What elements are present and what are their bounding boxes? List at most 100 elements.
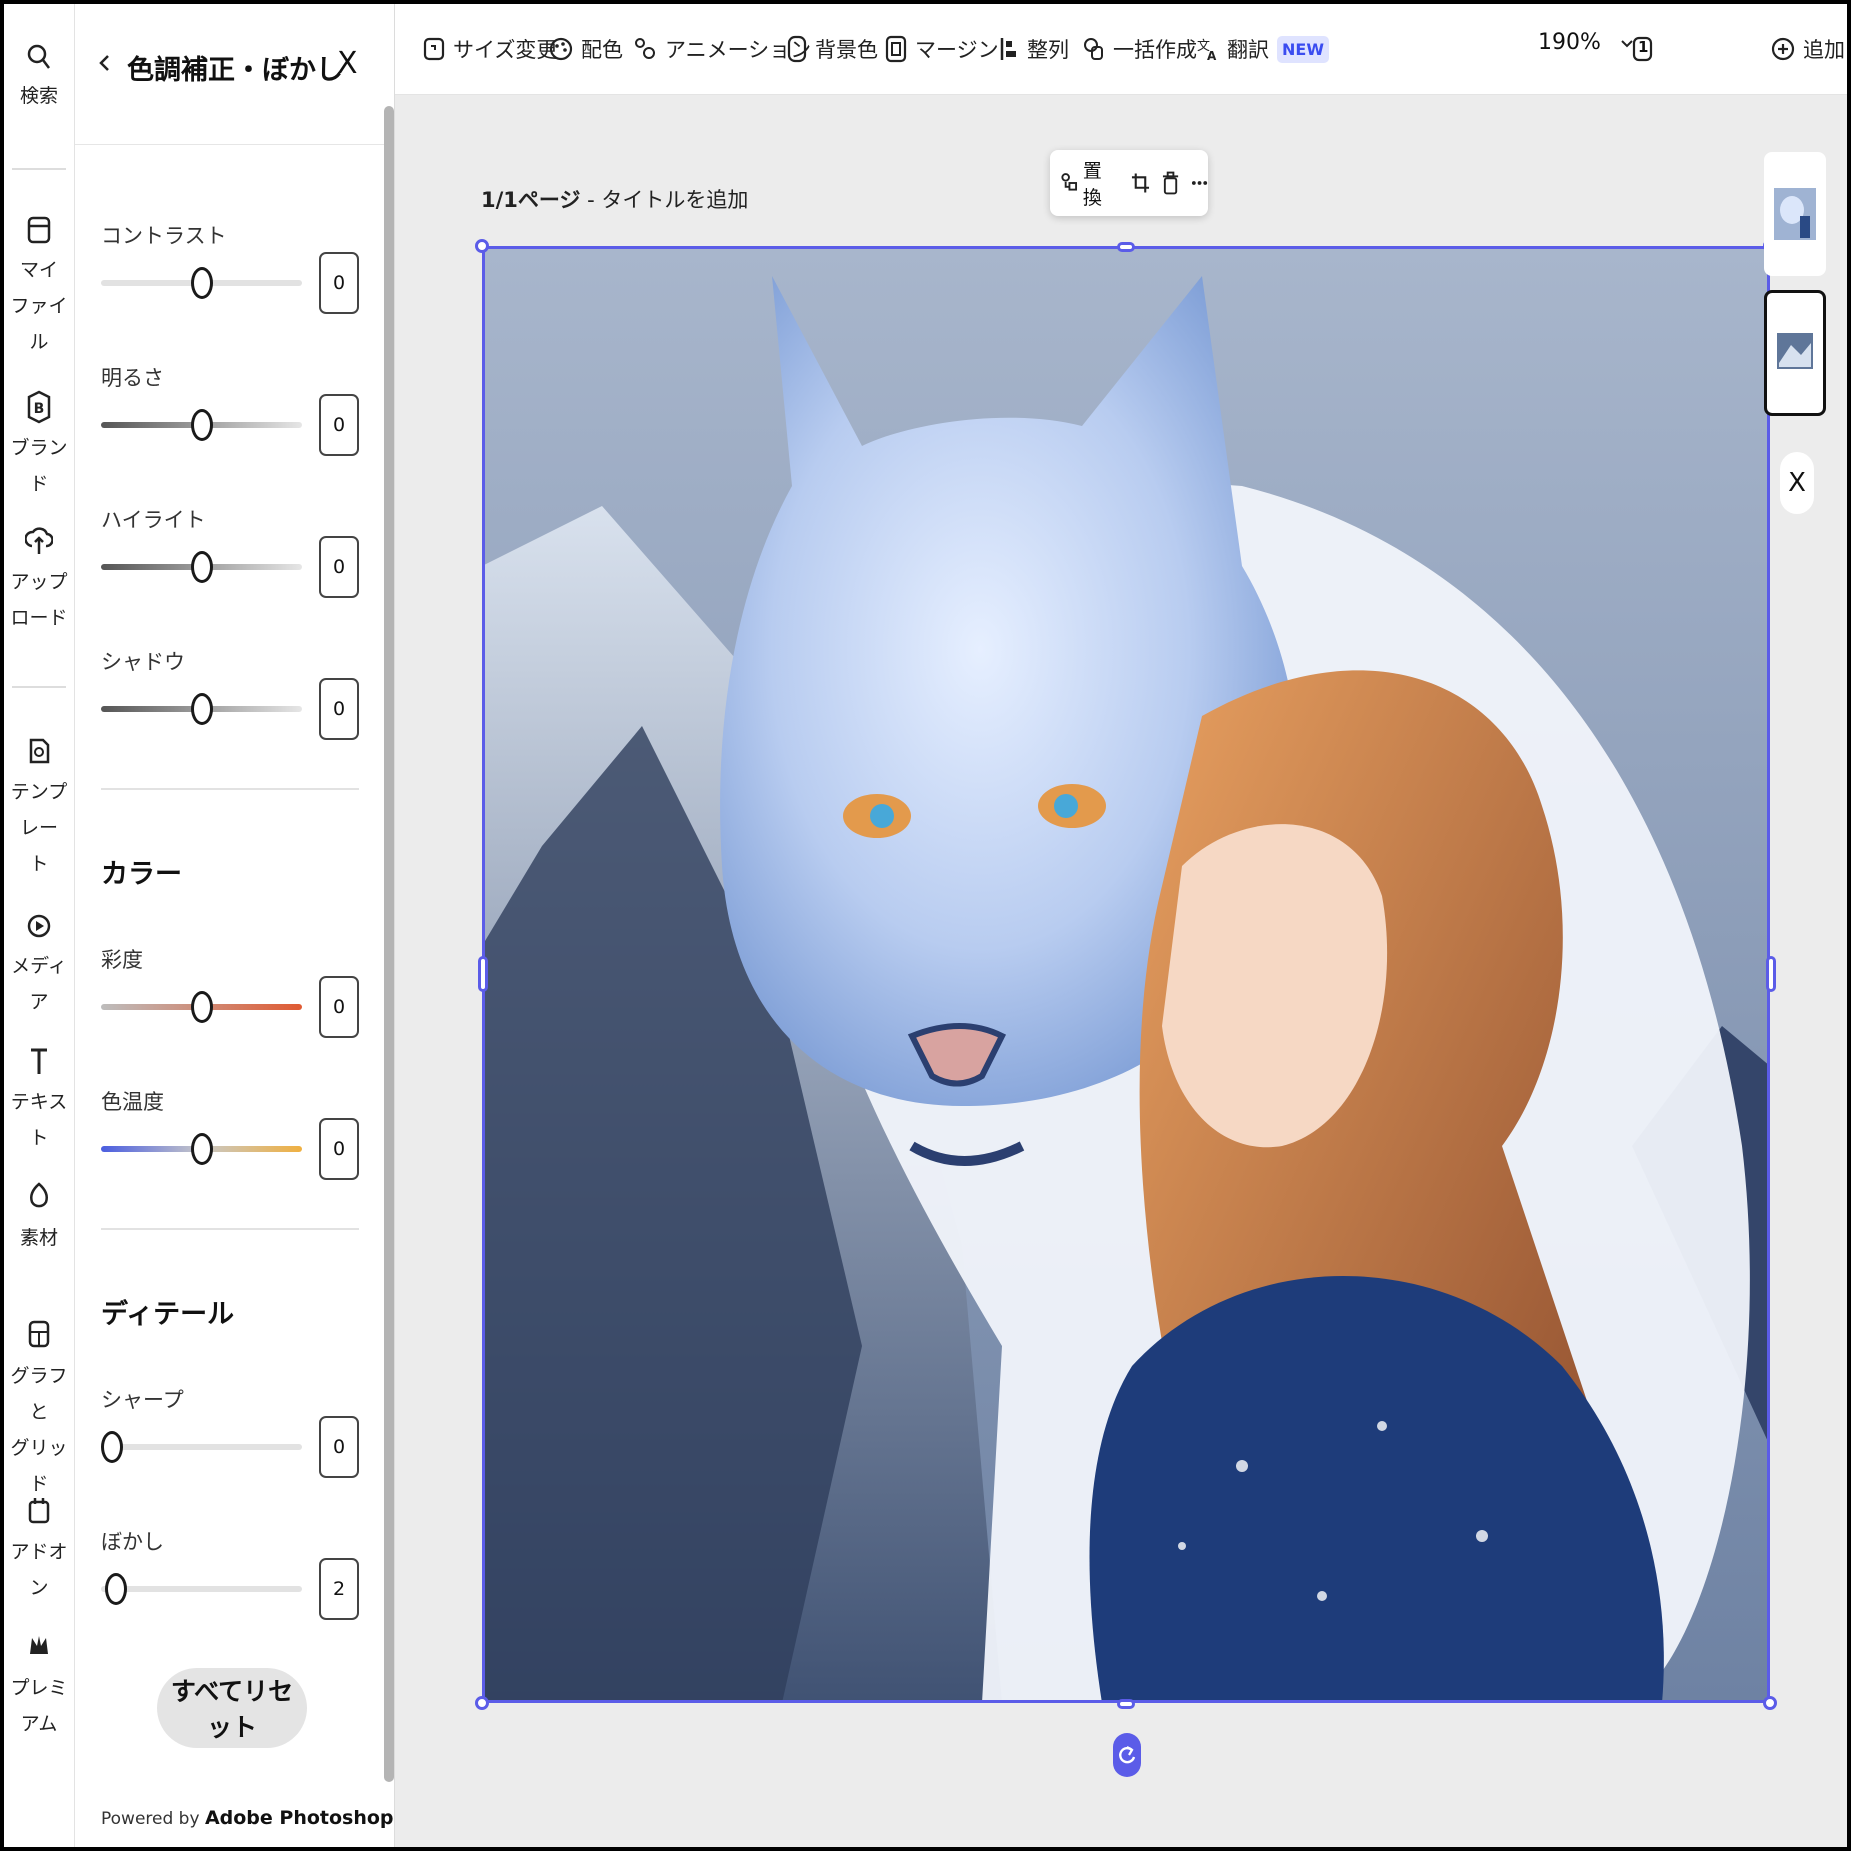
adjust-panel: 色調補正・ぼかし X コントラスト 0 明るさ 0 ハイライト 0 シャドウ 0… (75, 4, 395, 1847)
sharpen-value[interactable]: 0 (319, 1416, 359, 1478)
plus-circle-icon (1771, 37, 1795, 61)
rail-elements[interactable]: 素材 (4, 1180, 74, 1256)
rail-search[interactable]: 検索 (4, 42, 74, 114)
shadow-label: シャドウ (101, 650, 185, 674)
color-palette-button[interactable]: 配色 (549, 26, 623, 72)
rail-media[interactable]: メディア (4, 908, 74, 1020)
grid-icon (28, 1320, 50, 1348)
align-button[interactable]: 整列 (999, 26, 1069, 72)
rail-divider (12, 686, 66, 688)
reset-all-button[interactable]: すべてリセット (157, 1668, 307, 1748)
rail-label: アップ ロード (10, 571, 68, 629)
batch-create-button[interactable]: 一括作成 (1083, 26, 1197, 72)
rail-label: ブランド (10, 437, 68, 495)
rail-templates[interactable]: テンプレー ト (4, 734, 74, 882)
crown-icon (30, 1636, 48, 1654)
translate-label: 翻訳 (1227, 38, 1269, 62)
shadow-thumb[interactable] (191, 693, 213, 725)
rail-label: テキスト (10, 1091, 68, 1149)
temperature-thumb[interactable] (191, 1133, 213, 1165)
contrast-label: コントラスト (101, 224, 227, 248)
brightness-value[interactable]: 0 (319, 394, 359, 456)
trash-icon[interactable] (1162, 170, 1179, 196)
saturation-thumb[interactable] (191, 991, 213, 1023)
rotate-icon (1119, 1746, 1136, 1764)
sharpen-thumb[interactable] (101, 1431, 123, 1463)
new-badge: NEW (1277, 35, 1329, 63)
title-placeholder[interactable]: タイトルを追加 (601, 188, 748, 212)
rail-label: グラフと グリッド (10, 1365, 68, 1495)
temperature-value[interactable]: 0 (319, 1118, 359, 1180)
rail-charts-grids[interactable]: グラフと グリッド (4, 1318, 74, 1502)
panel-scrollbar[interactable] (384, 12, 394, 1842)
left-rail: 検索 マイ ファイル B ブランド アップ ロード テンプレー ト メディア テ… (4, 4, 75, 1847)
blur-slider[interactable] (101, 1586, 302, 1592)
panel-divider (101, 788, 359, 790)
resize-handle-bottom-right[interactable] (1763, 1696, 1777, 1710)
elements-icon (30, 1182, 48, 1208)
rail-text[interactable]: テキスト (4, 1044, 74, 1156)
margin-icon (885, 35, 907, 63)
background-color-button[interactable]: 背景色 (787, 26, 878, 72)
add-button[interactable]: 追加 (1771, 26, 1845, 72)
margin-button[interactable]: マージン (885, 26, 999, 72)
artwork-illustration (482, 246, 1770, 1703)
background-label: 背景色 (815, 38, 878, 62)
resize-handle-left[interactable] (478, 956, 488, 992)
floating-toolbar: 置換 (1050, 150, 1208, 216)
scrollbar-thumb[interactable] (384, 106, 394, 1782)
rail-brand[interactable]: B ブランド (4, 390, 74, 502)
brightness-thumb[interactable] (191, 409, 213, 441)
batch-icon (1084, 38, 1103, 60)
crop-icon[interactable] (1131, 171, 1150, 195)
resize-button[interactable]: サイズ変更 (423, 26, 557, 72)
zoom-select[interactable]: 190% (1538, 30, 1634, 55)
shadow-value[interactable]: 0 (319, 678, 359, 740)
page-count-button[interactable]: 1 (1631, 28, 1655, 68)
resize-handle-bottom[interactable] (1117, 1699, 1135, 1709)
resize-handle-right[interactable] (1766, 956, 1776, 992)
text-icon (31, 1048, 47, 1074)
resize-handle-bottom-left[interactable] (475, 1696, 489, 1710)
contrast-value[interactable]: 0 (319, 252, 359, 314)
color-section-title: カラー (101, 859, 182, 890)
translate-button[interactable]: 文A 翻訳 NEW (1195, 26, 1329, 72)
rail-addons[interactable]: アドオン (4, 1494, 74, 1606)
blur-value[interactable]: 2 (319, 1558, 359, 1620)
powered-prefix: Powered by (101, 1809, 205, 1829)
blur-thumb[interactable] (105, 1573, 127, 1605)
page-count: 1 (1638, 38, 1649, 56)
rotate-handle[interactable] (1113, 1733, 1141, 1777)
rail-my-files[interactable]: マイ ファイル (4, 214, 74, 360)
contrast-thumb[interactable] (191, 267, 213, 299)
rail-label: 素材 (19, 1227, 58, 1249)
saturation-label: 彩度 (101, 948, 143, 972)
palette-icon (549, 37, 573, 61)
close-icon[interactable]: X (337, 46, 358, 81)
highlight-thumb[interactable] (191, 551, 213, 583)
brightness-label: 明るさ (101, 366, 164, 390)
more-icon[interactable] (1191, 178, 1208, 188)
selected-image[interactable] (482, 246, 1770, 1703)
svg-text:B: B (34, 401, 45, 417)
powered-brand: Adobe Photoshop (204, 1807, 394, 1829)
page-thumbnail-2[interactable] (1764, 290, 1826, 416)
highlight-value[interactable]: 0 (319, 536, 359, 598)
rail-premium[interactable]: プレミアム (4, 1630, 74, 1742)
resize-handle-top[interactable] (1117, 242, 1135, 252)
close-thumbnails-icon[interactable]: X (1780, 452, 1814, 514)
sharpen-slider[interactable] (101, 1444, 302, 1450)
animation-button[interactable]: アニメーション (633, 26, 811, 72)
panel-header: 色調補正・ぼかし X (75, 4, 394, 145)
background-icon (787, 35, 807, 63)
search-icon (27, 44, 50, 69)
back-chevron-icon[interactable] (97, 48, 113, 78)
rail-upload[interactable]: アップ ロード (4, 524, 74, 636)
rail-label: テンプレー ト (10, 781, 68, 875)
page-thumbnail-1[interactable] (1764, 152, 1826, 276)
resize-label: サイズ変更 (453, 38, 558, 62)
resize-handle-top-left[interactable] (475, 239, 489, 253)
replace-button[interactable]: 置換 (1060, 156, 1119, 210)
saturation-value[interactable]: 0 (319, 976, 359, 1038)
page-title[interactable]: 1/1ページ - タイトルを追加 (481, 184, 748, 214)
